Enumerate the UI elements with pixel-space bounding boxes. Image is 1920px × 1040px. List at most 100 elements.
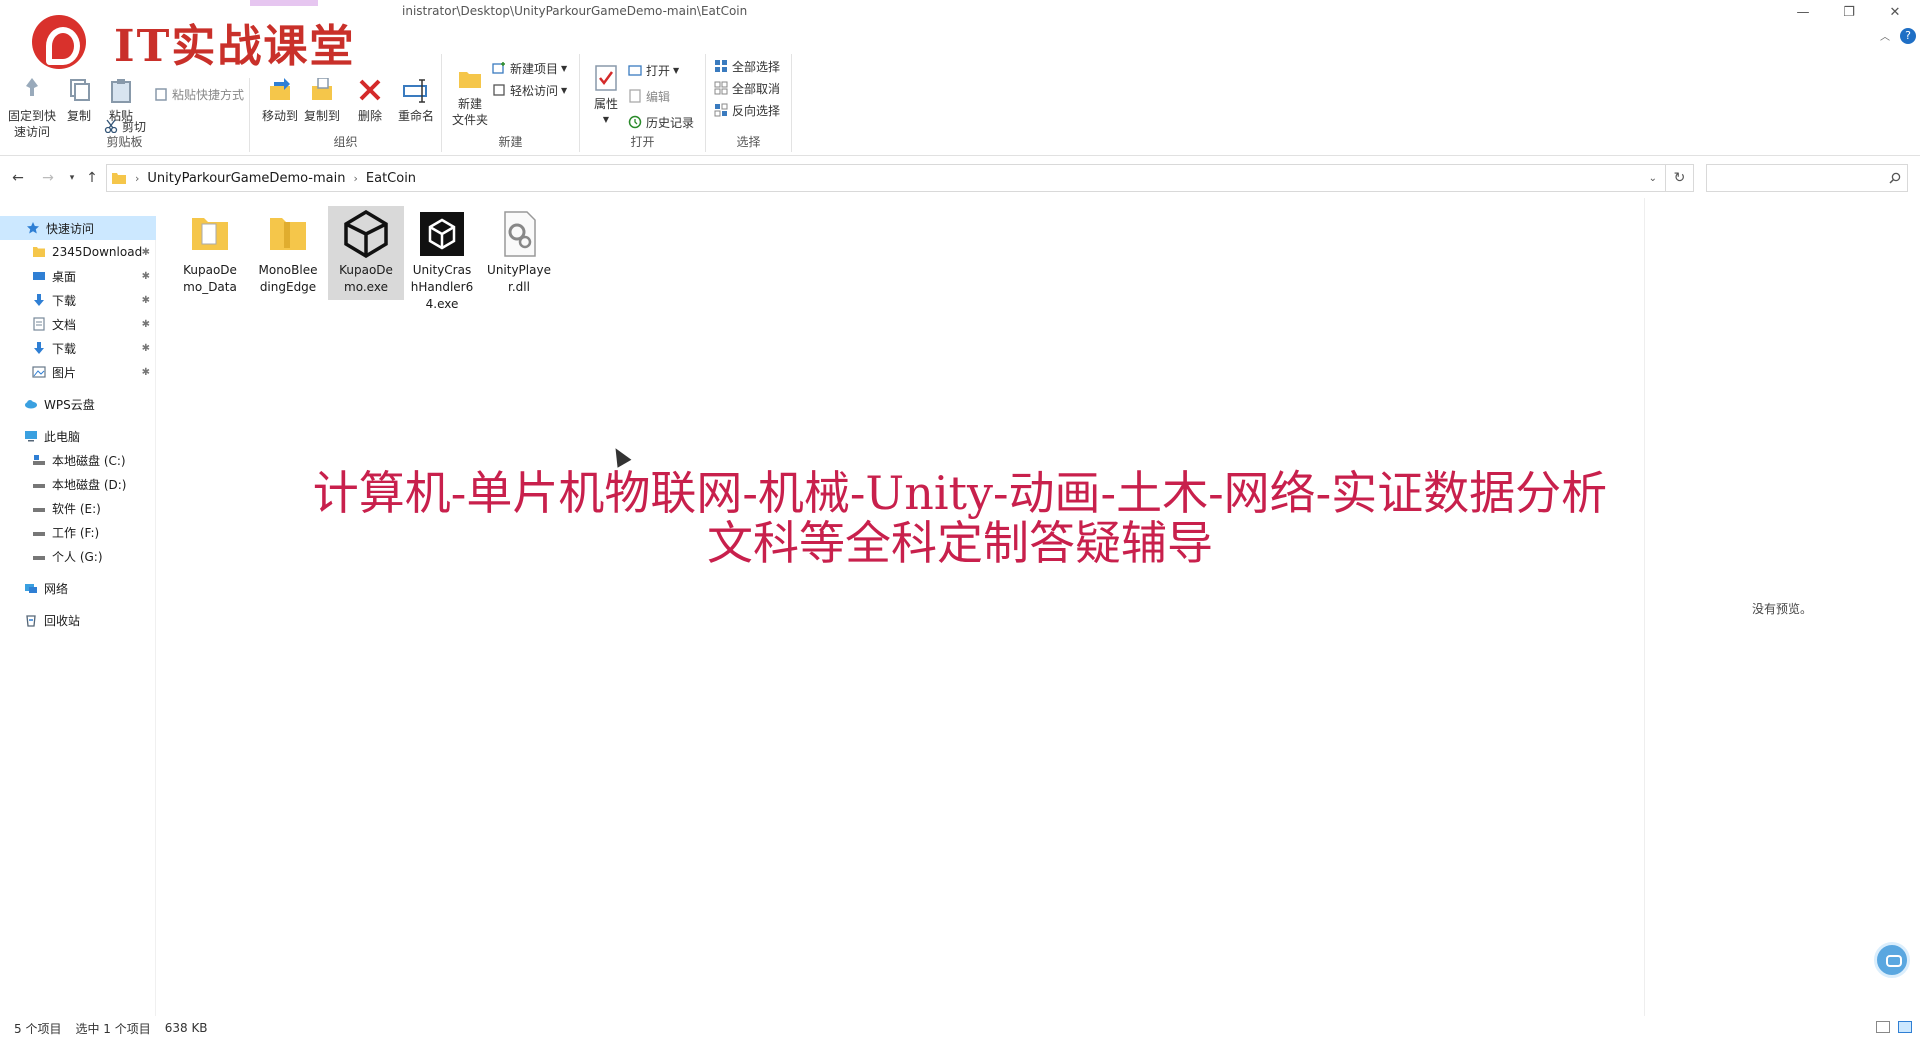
- sidebar-item-label: 软件 (E:): [52, 501, 101, 516]
- file-name-line: KupaoDe: [183, 263, 237, 277]
- sidebar-item-2345download[interactable]: 2345Download ✱: [0, 240, 156, 264]
- sidebar-item-downloads[interactable]: 下载 ✱: [0, 288, 156, 312]
- back-arrow-icon[interactable]: ←: [8, 168, 28, 188]
- select-all-button[interactable]: 全部选择: [714, 56, 780, 76]
- select-all-label: 全部选择: [732, 59, 781, 74]
- sidebar-item-label: 图片: [52, 365, 77, 380]
- ribbon-collapse-icon[interactable]: ︿: [1880, 28, 1890, 43]
- select-group-label: 选择: [736, 135, 761, 149]
- download-arrow-icon: [34, 294, 44, 306]
- pin-quick-access-button[interactable]: 固定到快 速访问: [6, 76, 58, 140]
- easy-access-icon: [493, 84, 505, 96]
- breadcrumb-current[interactable]: EatCoin: [366, 171, 416, 186]
- select-none-button[interactable]: 全部取消: [714, 78, 780, 98]
- large-icons-view-icon[interactable]: [1898, 1021, 1912, 1033]
- minimize-button[interactable]: —: [1780, 0, 1826, 24]
- invert-selection-icon: [714, 103, 728, 117]
- pin-icon: ✱: [141, 366, 150, 378]
- new-group-label: 新建: [498, 135, 523, 149]
- paste-icon: [111, 79, 131, 103]
- sidebar-item-drive-e[interactable]: 软件 (E:): [0, 496, 156, 520]
- selected-size: 638 KB: [164, 1021, 208, 1035]
- file-item-kupaodemo-data[interactable]: KupaoDe mo_Data: [172, 206, 248, 300]
- invert-selection-label: 反向选择: [732, 103, 781, 118]
- invert-selection-button[interactable]: 反向选择: [714, 100, 780, 120]
- restore-button[interactable]: ❐: [1826, 0, 1872, 24]
- open-group: 属性 ▼ 打开 ▼ 编辑 历史记录 打开: [580, 54, 706, 152]
- details-view-icon[interactable]: [1876, 1021, 1890, 1033]
- folder-icon: [270, 218, 306, 250]
- new-item-dropdown-icon: ▼: [561, 63, 568, 73]
- sidebar-item-label: 网络: [44, 581, 69, 596]
- preview-pane-divider[interactable]: [1644, 198, 1645, 1016]
- copy-button[interactable]: 复制: [62, 76, 96, 124]
- sidebar-item-recycle-bin[interactable]: 回收站: [0, 608, 156, 632]
- up-arrow-icon[interactable]: ↑: [82, 168, 102, 188]
- sidebar-item-label: 工作 (F:): [52, 525, 100, 540]
- file-name-line: r.dll: [508, 280, 530, 294]
- drive-icon: [33, 532, 45, 536]
- sidebar-item-drive-c[interactable]: 本地磁盘 (C:): [0, 448, 156, 472]
- edit-label: 编辑: [646, 89, 671, 104]
- rename-icon: [403, 79, 427, 103]
- open-button[interactable]: 打开 ▼: [628, 60, 679, 80]
- breadcrumb-parent[interactable]: UnityParkourGameDemo-main: [147, 171, 345, 186]
- search-input[interactable]: [1706, 164, 1908, 192]
- sidebar-item-documents[interactable]: 文档 ✱: [0, 312, 156, 336]
- organize-group-label: 组织: [333, 135, 358, 149]
- logo-text: IT实战课堂: [114, 21, 356, 72]
- paste-shortcut-button[interactable]: 粘贴快捷方式: [154, 84, 244, 104]
- sidebar-item-drive-g[interactable]: 个人 (G:): [0, 544, 156, 568]
- sidebar-item-drive-f[interactable]: 工作 (F:): [0, 520, 156, 544]
- address-bar[interactable]: › UnityParkourGameDemo-main › EatCoin ⌄ …: [106, 164, 1694, 192]
- new-folder-button[interactable]: 新建 文件夹: [448, 64, 492, 128]
- file-name-line: hHandler6: [410, 280, 474, 294]
- new-item-button[interactable]: 新建项目 ▼: [492, 58, 567, 78]
- file-name-line: UnityCras: [412, 263, 472, 277]
- edit-button[interactable]: 编辑: [628, 86, 670, 106]
- new-item-icon: [492, 62, 505, 74]
- file-name-line: mo_Data: [183, 280, 237, 294]
- copy-to-button[interactable]: 复制到: [302, 76, 342, 124]
- sidebar-item-this-pc[interactable]: 此电脑: [0, 424, 156, 448]
- rename-button[interactable]: 重命名: [394, 76, 438, 124]
- refresh-icon[interactable]: ↻: [1665, 165, 1693, 191]
- file-item-unitycrashhandler64-exe[interactable]: UnityCras hHandler6 4.exe: [404, 206, 480, 317]
- clipboard-group-label: 剪贴板: [106, 135, 143, 149]
- copy-icon: [70, 79, 90, 101]
- delete-button[interactable]: 删除: [350, 76, 390, 124]
- file-name-line: UnityPlaye: [487, 263, 551, 277]
- file-item-kupaodemo-exe[interactable]: KupaoDe mo.exe: [328, 206, 404, 300]
- history-icon: [628, 115, 642, 129]
- sidebar-item-wps-cloud[interactable]: WPS云盘: [0, 392, 156, 416]
- history-button[interactable]: 历史记录: [628, 112, 694, 132]
- sidebar-item-downloads-2[interactable]: 下载 ✱: [0, 336, 156, 360]
- document-icon: [33, 317, 45, 331]
- file-item-unityplayer-dll[interactable]: UnityPlaye r.dll: [481, 206, 557, 300]
- chat-assistant-icon[interactable]: [1874, 942, 1910, 978]
- address-dropdown-icon[interactable]: ⌄: [1649, 173, 1657, 184]
- sidebar-item-label: 文档: [52, 317, 77, 332]
- sidebar-item-label: 2345Download: [52, 245, 143, 259]
- pin-icon: [26, 78, 38, 96]
- sidebar-item-pictures[interactable]: 图片 ✱: [0, 360, 156, 384]
- sidebar-item-quick-access[interactable]: 快速访问: [0, 216, 156, 240]
- breadcrumb-chevron-icon: ›: [135, 171, 140, 185]
- forward-arrow-icon[interactable]: →: [38, 168, 58, 188]
- properties-button[interactable]: 属性 ▼: [588, 64, 624, 128]
- download-arrow-icon: [34, 342, 44, 354]
- close-button[interactable]: ✕: [1872, 0, 1918, 24]
- easy-access-button[interactable]: 轻松访问 ▼: [492, 80, 567, 100]
- star-icon: [27, 222, 39, 234]
- paste-shortcut-icon: [155, 88, 167, 101]
- recent-locations-chevron-icon[interactable]: ▾: [62, 168, 82, 188]
- copy-label: 复制: [66, 109, 91, 123]
- file-item-monobleedingedge[interactable]: MonoBlee dingEdge: [250, 206, 326, 300]
- sidebar-item-drive-d[interactable]: 本地磁盘 (D:): [0, 472, 156, 496]
- sidebar-item-desktop[interactable]: 桌面 ✱: [0, 264, 156, 288]
- history-label: 历史记录: [646, 115, 695, 130]
- sidebar-item-network[interactable]: 网络: [0, 576, 156, 600]
- move-to-button[interactable]: 移动到: [260, 76, 300, 124]
- selected-count: 选中 1 个项目: [75, 1021, 151, 1036]
- help-icon[interactable]: ?: [1900, 28, 1916, 44]
